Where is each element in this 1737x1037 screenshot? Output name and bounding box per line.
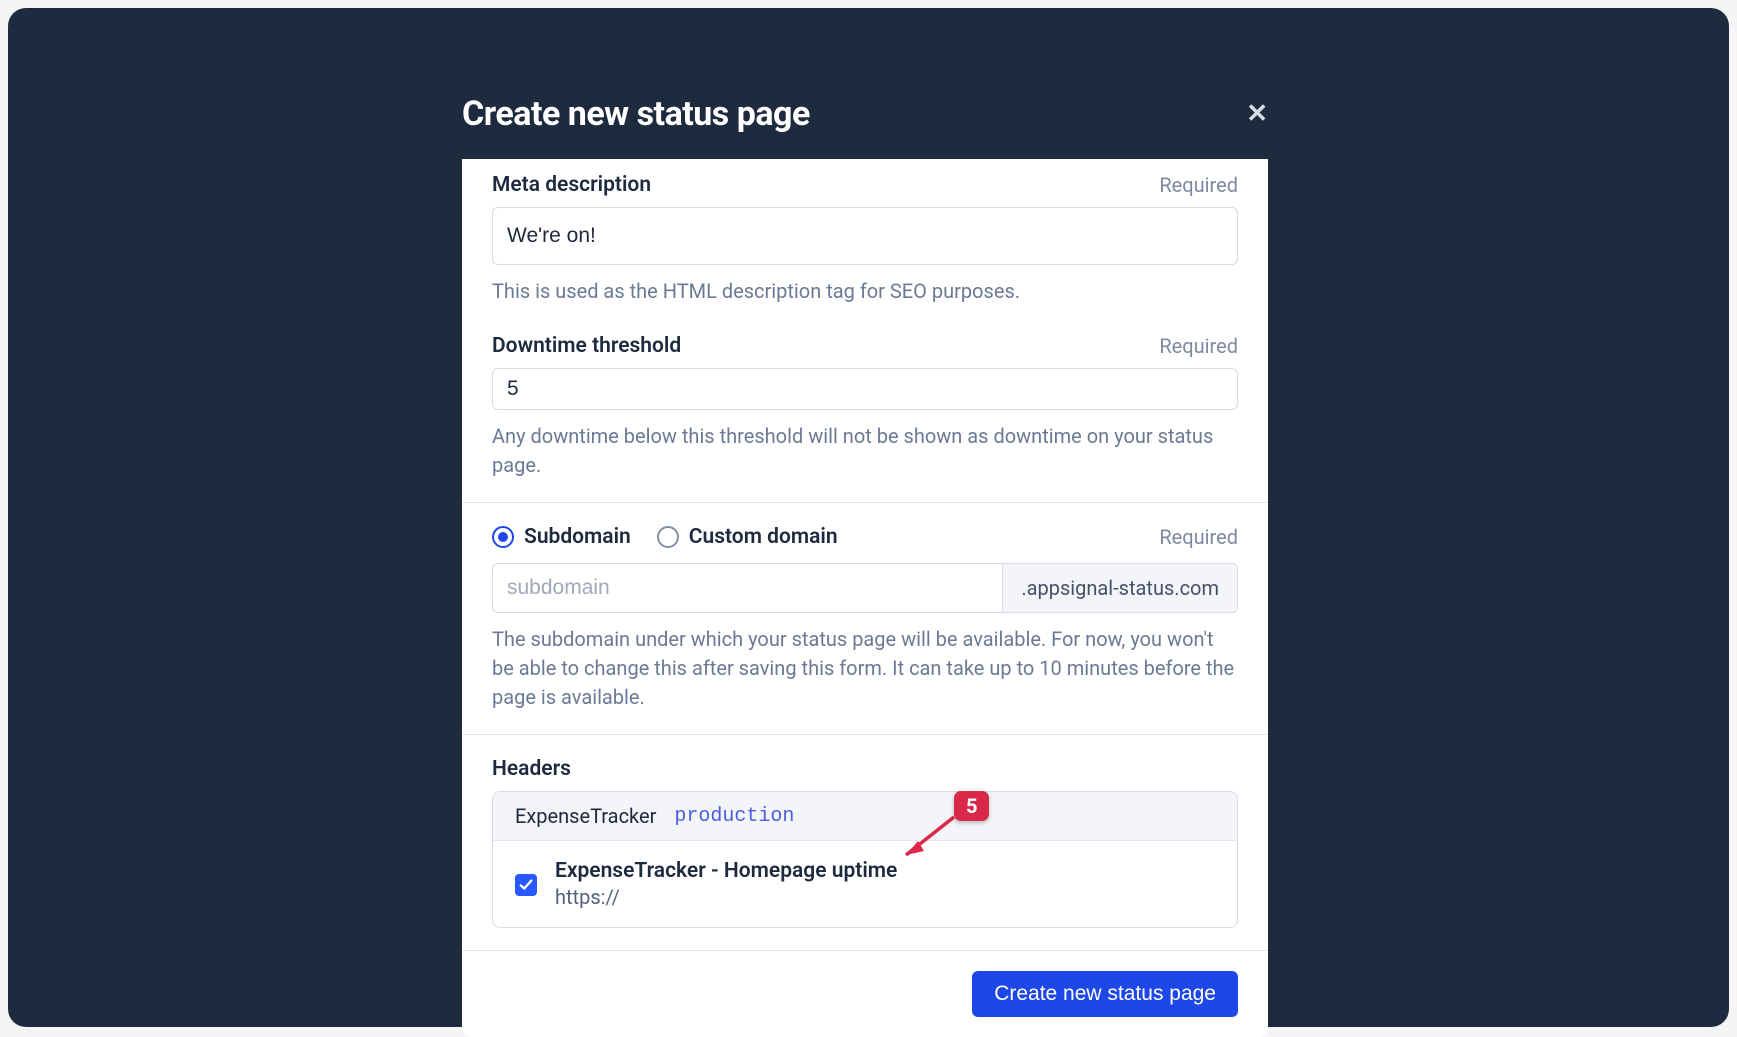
headers-app-row: ExpenseTracker production — [493, 792, 1237, 840]
create-status-page-modal: Meta description Required This is used a… — [462, 159, 1268, 1037]
domain-required: Required — [1159, 525, 1238, 549]
annotation-badge-5: 5 — [954, 791, 989, 821]
headers-label: Headers — [492, 757, 571, 781]
downtime-threshold-hint: Any downtime below this threshold will n… — [492, 422, 1238, 480]
headers-section: Headers 5 ExpenseTracker production — [462, 734, 1268, 950]
modal-title: Create new status page — [462, 94, 810, 134]
downtime-threshold-label: Downtime threshold — [492, 334, 681, 358]
subdomain-input[interactable] — [492, 563, 1003, 613]
meta-description-required: Required — [1159, 173, 1238, 197]
monitor-row: ExpenseTracker - Homepage uptime https:/… — [493, 840, 1237, 927]
subdomain-radio[interactable]: Subdomain — [492, 525, 631, 549]
custom-domain-radio[interactable]: Custom domain — [657, 525, 838, 549]
meta-description-input[interactable] — [492, 207, 1238, 265]
monitor-title: ExpenseTracker - Homepage uptime — [555, 859, 897, 883]
monitor-url: https:// — [555, 885, 897, 909]
meta-description-hint: This is used as the HTML description tag… — [492, 277, 1238, 306]
environment-tag: production — [674, 805, 794, 828]
custom-domain-radio-label: Custom domain — [689, 525, 838, 549]
app-name: ExpenseTracker — [515, 804, 656, 828]
headers-box: ExpenseTracker production ExpenseTracker… — [492, 791, 1238, 928]
downtime-threshold-input[interactable] — [492, 368, 1238, 410]
modal-header: Create new status page ✕ — [462, 94, 1268, 134]
downtime-threshold-section: Downtime threshold Required Any downtime… — [462, 328, 1268, 502]
domain-section: Subdomain Custom domain Required .appsig… — [462, 502, 1268, 734]
domain-hint: The subdomain under which your status pa… — [492, 625, 1238, 712]
meta-description-section: Meta description Required This is used a… — [462, 159, 1268, 328]
downtime-threshold-required: Required — [1159, 334, 1238, 358]
modal-backdrop: Create new status page ✕ Meta descriptio… — [8, 8, 1729, 1027]
close-icon[interactable]: ✕ — [1246, 101, 1268, 127]
monitor-checkbox[interactable] — [515, 874, 537, 896]
modal-footer: Create new status page — [462, 950, 1268, 1037]
domain-suffix: .appsignal-status.com — [1003, 563, 1238, 613]
meta-description-label: Meta description — [492, 173, 651, 197]
subdomain-radio-label: Subdomain — [524, 525, 631, 549]
create-status-page-button[interactable]: Create new status page — [972, 971, 1238, 1017]
